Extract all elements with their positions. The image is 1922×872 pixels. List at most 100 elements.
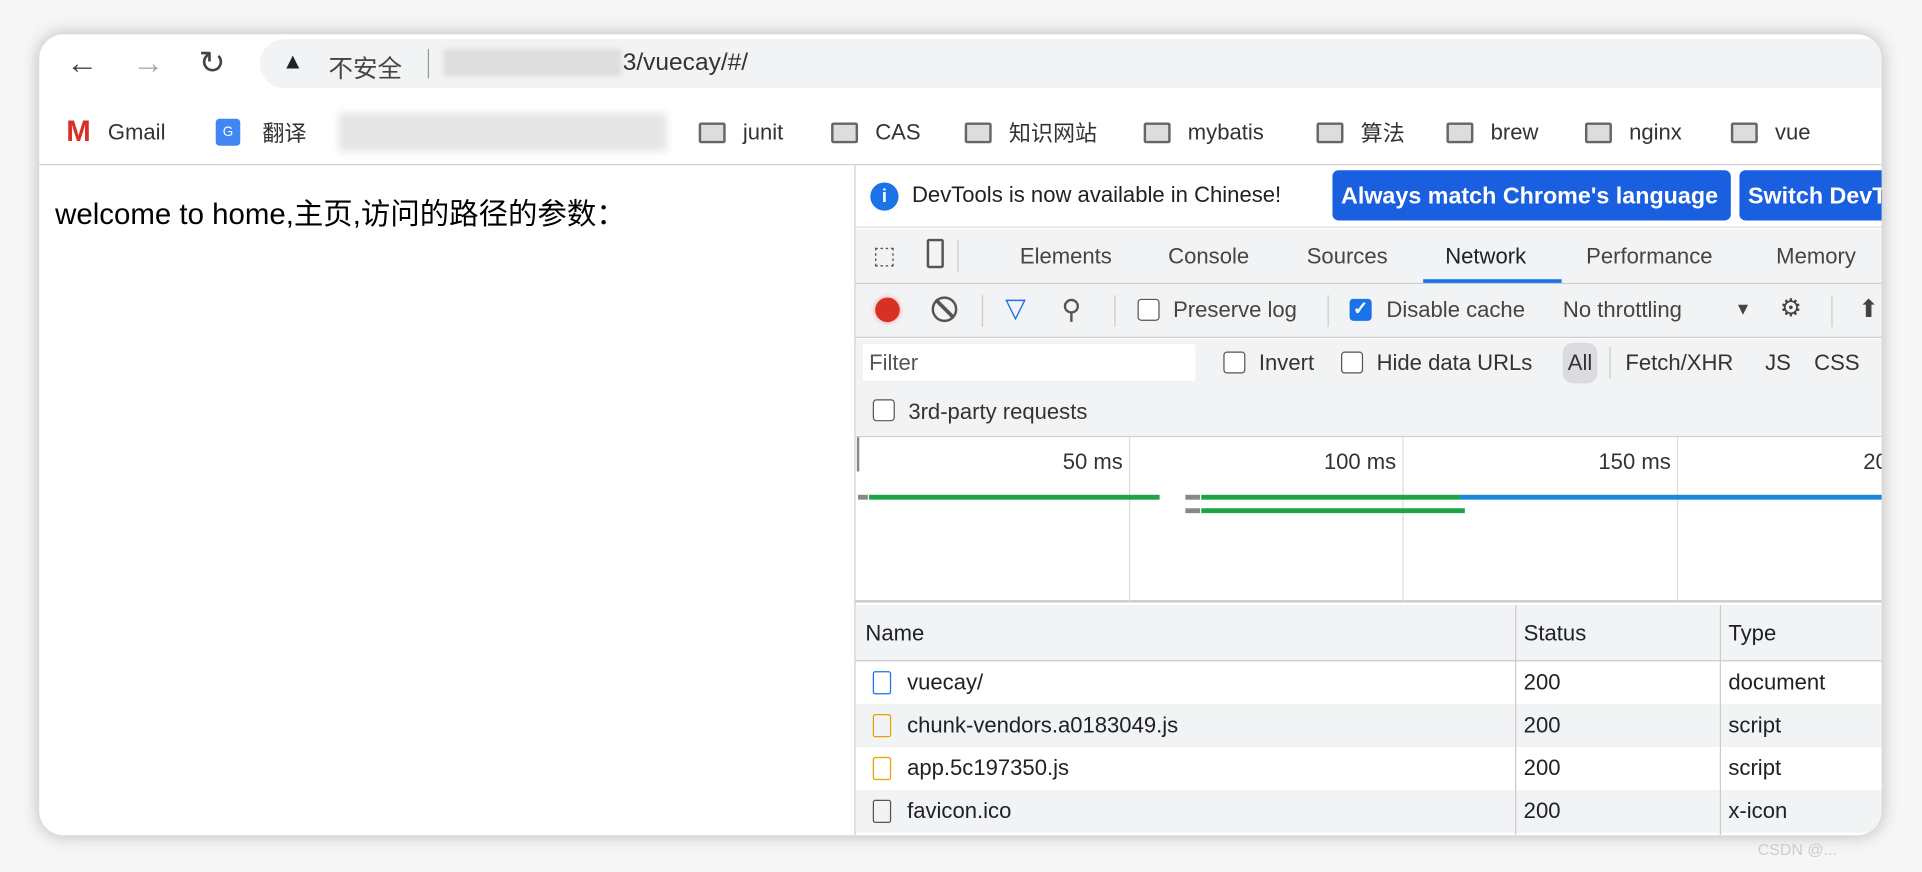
chevron-down-icon[interactable]: ▼ [1735,299,1752,319]
request-name: vuecay/ [907,669,984,695]
request-status: 200 [1523,755,1561,781]
tab-elements[interactable]: Elements [1020,244,1112,270]
hide-data-urls-label: Hide data URLs [1376,350,1533,375]
tab-network[interactable]: Network [1445,244,1526,270]
import-har-icon[interactable]: ⬆ [1858,294,1879,325]
match-language-button[interactable]: Always match Chrome's language [1332,170,1731,221]
reload-button[interactable]: ↻ [199,44,226,82]
device-toolbar-icon[interactable] [926,238,944,269]
devtools-panel: i DevTools is now available in Chinese! … [854,165,1882,836]
network-toolbar: ▽ ⚲ Preserve log ✓ Disable cache No thro… [855,284,1882,339]
switch-language-button[interactable]: Switch DevTools to Chinese [1739,170,1882,221]
filter-bar: Invert Hide data URLs All Fetch/XHR JS C… [855,339,1882,438]
blurred-host [443,48,622,76]
table-row[interactable]: favicon.ico 200 x-icon [855,789,1882,833]
banner-text: DevTools is now available in Chinese! [911,182,1282,207]
gridline [1128,437,1131,603]
request-type: script [1728,712,1782,738]
search-icon[interactable]: ⚲ [1062,294,1082,326]
divider [957,240,959,272]
bookmark-algorithm[interactable]: 算法 [1316,113,1405,152]
throttling-select[interactable]: No throttling [1563,298,1682,324]
tab-performance[interactable]: Performance [1586,244,1712,270]
blurred-bookmarks [338,112,667,152]
third-party-checkbox[interactable] [872,399,895,422]
invert-label: Invert [1258,350,1315,375]
tab-memory[interactable]: Memory [1776,244,1856,270]
bookmark-label: 知识网站 [1008,121,1098,146]
language-banner: i DevTools is now available in Chinese! … [855,165,1882,228]
table-row[interactable]: app.5c197350.js 200 script [856,747,1882,790]
column-type[interactable]: Type [1728,621,1776,647]
bookmark-vue[interactable]: vue [1730,113,1811,152]
request-status: 200 [1523,798,1561,823]
folder-icon [1730,121,1758,143]
bookmark-mybatis[interactable]: mybatis [1143,113,1264,152]
request-name: chunk-vendors.a0183049.js [907,712,1179,738]
table-row[interactable]: chunk-vendors.a0183049.js 200 script [855,704,1882,748]
tick-label: 100 ms [1323,449,1397,474]
filter-all[interactable]: All [1562,342,1598,384]
table-header: Name Status Type [855,605,1882,662]
welcome-message: welcome to home,主页,访问的路径的参数： [55,198,626,232]
tab-console[interactable]: Console [1168,244,1249,270]
column-divider[interactable] [1719,605,1722,836]
filter-js[interactable]: JS [1765,350,1791,376]
bookmark-nginx[interactable]: nginx [1584,113,1682,152]
filter-css[interactable]: CSS [1814,350,1859,376]
forward-button[interactable]: → [132,44,164,82]
bookmark-gmail[interactable]: M Gmail [66,113,165,152]
folder-icon [964,121,992,143]
disable-cache-checkbox[interactable]: ✓ [1349,298,1372,321]
bookmark-junit[interactable]: junit [698,113,783,152]
security-label[interactable]: 不安全 [329,49,403,85]
tick-label: 50 ms [1062,449,1123,474]
file-icon [872,799,892,823]
timeline-bar-download [1459,494,1882,500]
column-status[interactable]: Status [1524,621,1587,647]
translate-icon: G [215,118,241,146]
address-bar[interactable]: ▲ 不安全 3/vuecay/#/ [259,39,1882,89]
warning-icon: ▲ [281,48,304,74]
clear-icon[interactable] [931,296,958,323]
timeline-start [856,437,860,472]
bookmark-knowledge[interactable]: 知识网站 [964,113,1098,152]
info-icon: i [870,182,899,211]
request-type: script [1728,755,1782,781]
record-icon[interactable] [875,297,900,323]
bookmark-brew[interactable]: brew [1446,113,1538,152]
tick-label: 20 [1863,449,1881,474]
folder-icon [1143,121,1171,143]
filter-icon[interactable]: ▽ [1005,293,1026,325]
hide-data-urls-checkbox[interactable] [1341,351,1364,374]
folder-icon [831,121,859,143]
inspect-element-icon[interactable]: ⬚ [873,240,896,271]
back-button[interactable]: ← [66,44,98,82]
bookmark-translate[interactable]: G 翻译 [215,113,306,152]
bookmark-label: CAS [875,119,921,144]
request-type: document [1728,669,1826,695]
bookmark-label: vue [1774,119,1811,144]
divider [981,295,984,327]
preserve-log-label: Preserve log [1173,297,1297,323]
network-timeline[interactable]: 50 ms 100 ms 150 ms 20 [855,437,1882,603]
folder-icon [1316,121,1344,143]
filter-input[interactable] [862,344,1196,381]
tab-sources[interactable]: Sources [1307,244,1388,270]
column-name[interactable]: Name [865,621,924,647]
invert-checkbox[interactable] [1223,351,1246,374]
bookmark-label: nginx [1629,119,1682,144]
filter-fetch-xhr[interactable]: Fetch/XHR [1625,350,1733,376]
folder-icon [698,121,726,143]
table-row[interactable]: vuecay/ 200 document [856,661,1882,704]
third-party-label: 3rd-party requests [908,399,1088,424]
column-divider[interactable] [1515,605,1517,836]
divider [1327,295,1329,327]
page-content: welcome to home,主页,访问的路径的参数： [39,165,855,836]
network-conditions-icon[interactable]: ⚙ [1780,293,1802,324]
timeline-bar-queue [1185,508,1201,514]
divider [427,48,430,79]
browser-window: ← → ↻ ▲ 不安全 3/vuecay/#/ M Gmail G 翻译 junit… [39,34,1882,836]
preserve-log-checkbox[interactable] [1137,298,1160,321]
bookmark-cas[interactable]: CAS [831,113,921,152]
